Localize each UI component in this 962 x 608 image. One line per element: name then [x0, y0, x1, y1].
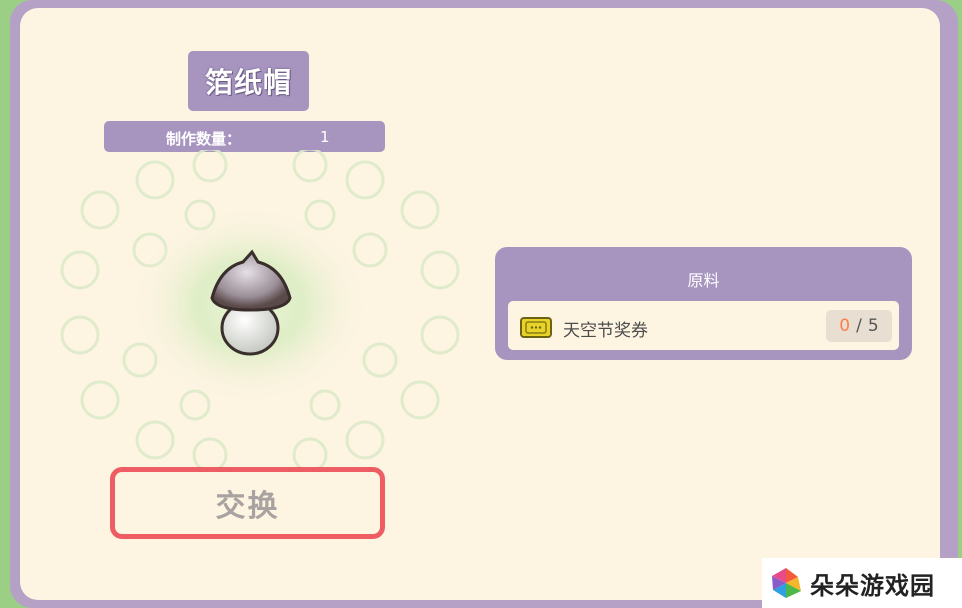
material-row[interactable]: 天空节奖券 0 / 5: [508, 301, 899, 350]
quantity-label: 制作数量：: [166, 130, 242, 148]
material-have: 0: [839, 316, 851, 336]
watermark-text: 朵朵游戏园: [810, 571, 935, 600]
watermark: 朵朵游戏园: [762, 558, 962, 608]
material-separator: /: [856, 316, 862, 336]
materials-title: 原料: [687, 271, 720, 290]
quantity-bar: 制作数量： 1: [104, 121, 385, 152]
watermark-logo-icon: [772, 568, 801, 598]
material-need: 5: [867, 316, 879, 336]
material-count: 0 / 5: [826, 310, 892, 342]
ticket-icon: [520, 317, 552, 338]
item-title: 箔纸帽: [188, 51, 309, 111]
materials-card: 原料 天空节奖券 0 / 5: [495, 247, 912, 360]
material-name: 天空节奖券: [563, 321, 648, 341]
exchange-button[interactable]: 交换: [110, 467, 385, 539]
item-preview: [60, 150, 460, 470]
quantity-value: 1: [320, 128, 330, 146]
